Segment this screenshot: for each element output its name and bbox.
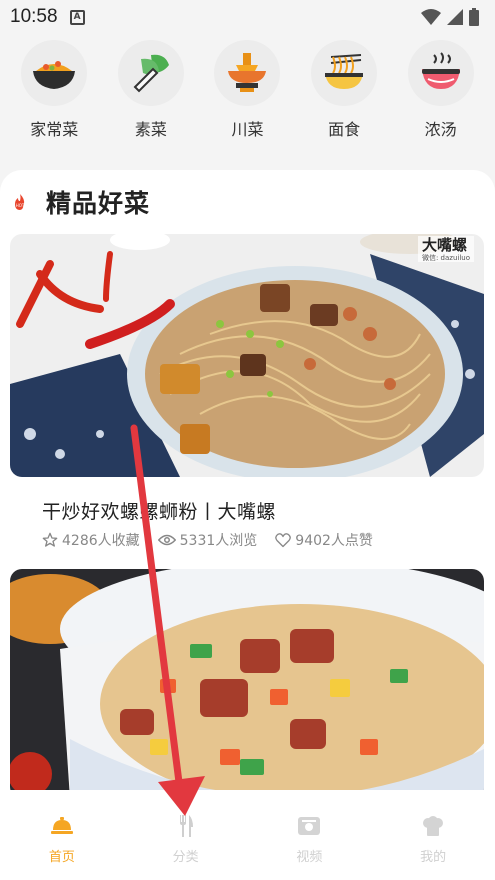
chef-hat-icon [421, 814, 445, 838]
category-vegetable[interactable]: 素菜 [111, 40, 191, 150]
star-icon [42, 532, 58, 547]
category-label: 面食 [328, 120, 361, 139]
nav-label: 首页 [48, 850, 75, 865]
recipe-image[interactable] [10, 569, 484, 799]
category-row: 家常菜 素菜 川菜 面食 浓汤 [0, 40, 495, 150]
section-title: 精品好菜 [46, 189, 151, 218]
status-bar: 10:58 A [0, 0, 495, 34]
vegetable-icon [117, 40, 184, 106]
home-screen: 10:58 A 家常菜 素菜 川菜 面食 浓汤 HOT 精品好菜 大嘴螺 微信:… [0, 0, 495, 880]
recipe-stats: 4286人收藏 5331人浏览 9402人点赞 [42, 530, 391, 550]
battery-icon [469, 8, 479, 26]
category-label: 素菜 [134, 120, 167, 139]
soup-icon [407, 40, 474, 106]
category-home-dish[interactable]: 家常菜 [14, 40, 94, 150]
signal-icon [447, 9, 463, 25]
watermark: 大嘴螺 微信: dazuiluo [417, 236, 474, 262]
nav-home[interactable]: 首页 [22, 814, 102, 880]
bottom-nav: 首页 分类 视频 我的 [0, 790, 495, 880]
category-label: 家常菜 [30, 120, 79, 139]
fork-knife-icon [174, 814, 198, 838]
noodle-icon [311, 40, 378, 106]
notification-icon: A [69, 9, 85, 25]
category-soup[interactable]: 浓汤 [401, 40, 481, 150]
favorites-stat: 4286人收藏 [42, 530, 140, 550]
hotpot-icon [214, 40, 281, 106]
hot-icon: HOT [15, 194, 25, 210]
wifi-icon [421, 9, 441, 25]
likes-count: 9402人点赞 [295, 533, 373, 549]
nav-label: 视频 [296, 850, 323, 865]
nav-label: 我的 [420, 850, 447, 865]
status-icons [421, 8, 479, 26]
views-count: 5331人浏览 [179, 533, 258, 549]
likes-stat: 9402人点赞 [275, 530, 373, 550]
nav-me[interactable]: 我的 [393, 814, 473, 880]
favorites-count: 4286人收藏 [62, 533, 140, 549]
views-stat: 5331人浏览 [157, 530, 258, 550]
status-time: 10:58 [10, 6, 58, 27]
home-icon [50, 814, 74, 838]
nav-video[interactable]: 视频 [269, 814, 349, 880]
category-noodle[interactable]: 面食 [304, 40, 384, 150]
featured-section: HOT 精品好菜 大嘴螺 微信: dazuiluo 干炒好欢螺螺蛳粉丨大嘴螺 4… [0, 170, 495, 810]
svg-text:HOT: HOT [16, 203, 25, 208]
recipe-image[interactable]: 大嘴螺 微信: dazuiluo [10, 234, 484, 477]
category-label: 浓汤 [424, 120, 457, 139]
heart-icon [275, 532, 292, 547]
nav-label: 分类 [172, 850, 199, 865]
video-icon [297, 814, 321, 838]
home-dish-icon [21, 40, 88, 106]
category-label: 川菜 [231, 120, 264, 139]
category-sichuan[interactable]: 川菜 [207, 40, 287, 150]
nav-category[interactable]: 分类 [146, 814, 226, 880]
eye-icon [157, 534, 176, 546]
recipe-title[interactable]: 干炒好欢螺螺蛳粉丨大嘴螺 [42, 497, 276, 524]
section-header: HOT 精品好菜 [0, 182, 150, 222]
